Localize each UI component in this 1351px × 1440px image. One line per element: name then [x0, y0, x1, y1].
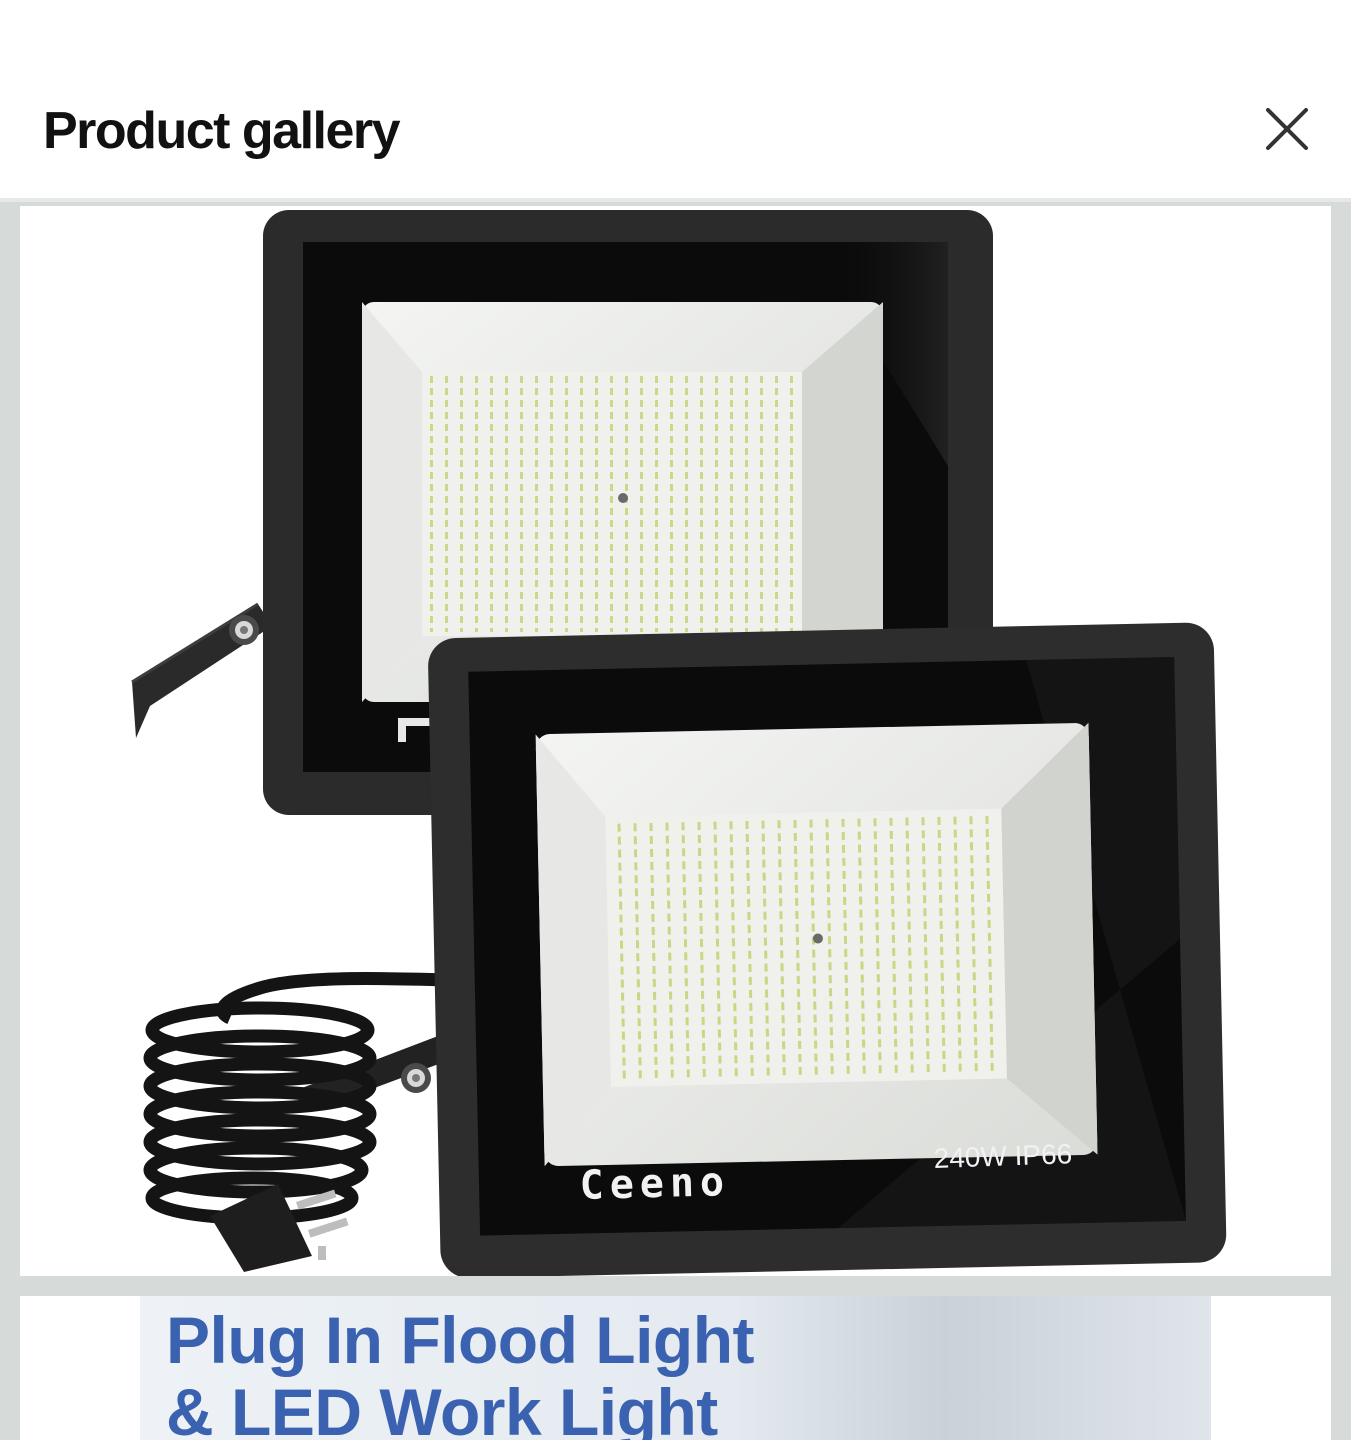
gallery-image-1[interactable]: Ceeno 240W IP66 — [20, 206, 1331, 1276]
floodlight-pair-photo: Ceeno 240W IP66 — [131, 210, 1227, 1276]
banner-headline-line2: & LED Work Light — [166, 1375, 718, 1440]
gallery-header: Product gallery — [0, 0, 1351, 202]
svg-text:240W IP66: 240W IP66 — [933, 1138, 1073, 1174]
gallery-image-2[interactable]: Plug In Flood Light & LED Work Light — [20, 1296, 1331, 1440]
plug-in-flood-light-banner: Plug In Flood Light & LED Work Light — [140, 1296, 1211, 1440]
product-gallery-page: Product gallery Ceeno 240W IP66 Plug In … — [0, 0, 1351, 1440]
page-title: Product gallery — [43, 102, 401, 160]
close-button[interactable] — [1258, 100, 1316, 158]
banner-headline-line1: Plug In Flood Light — [166, 1303, 755, 1377]
image-gallery[interactable]: Ceeno 240W IP66 Plug In Flood Light & LE… — [0, 202, 1351, 1440]
close-icon — [1266, 108, 1308, 150]
svg-text:Ceeno: Ceeno — [579, 1159, 731, 1209]
